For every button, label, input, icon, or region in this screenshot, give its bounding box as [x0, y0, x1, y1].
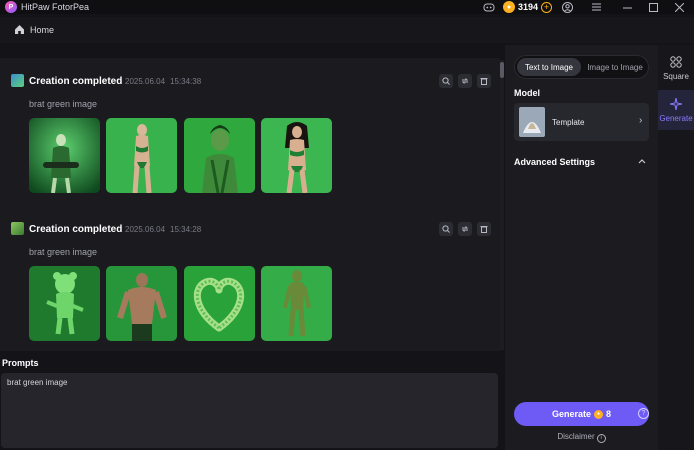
settings-panel: Text to Image Image to Image Model Templ…: [505, 45, 658, 450]
nav-generate-label: Generate: [659, 113, 693, 123]
grid-icon: [670, 55, 682, 70]
model-thumbnail: [519, 107, 545, 137]
chevron-up-icon[interactable]: [638, 156, 646, 166]
coin-icon: ●: [594, 409, 603, 419]
creation-thumbnail: [11, 74, 24, 87]
model-name: Template: [552, 118, 585, 127]
disclaimer-label: Disclaimer: [557, 432, 595, 441]
nav-generate[interactable]: Generate: [658, 90, 694, 130]
generate-button[interactable]: Generate ● 8 ?: [514, 402, 649, 426]
coin-balance[interactable]: ● 3194 +: [503, 1, 553, 13]
generate-cost: 8: [606, 409, 612, 419]
feed-scrollbar-thumb[interactable]: [500, 62, 504, 78]
generated-image[interactable]: [106, 118, 177, 193]
coin-count: 3194: [518, 2, 539, 12]
generated-image[interactable]: [106, 266, 177, 341]
plus-icon[interactable]: +: [541, 1, 553, 13]
advanced-settings-toggle[interactable]: Advanced Settings: [514, 157, 595, 167]
generated-image[interactable]: [261, 266, 332, 341]
title-bar: P HitPaw FotorPea ● 3194 +: [0, 0, 694, 14]
creation-prompt: brat green image: [29, 247, 98, 257]
tab-image-to-image[interactable]: Image to Image: [583, 58, 647, 76]
prompts-label: Prompts: [2, 358, 39, 368]
prompt-input[interactable]: brat green image: [1, 373, 498, 448]
regenerate-icon[interactable]: [458, 222, 472, 236]
generated-image[interactable]: [29, 118, 100, 193]
creation-title: Creation completed: [29, 224, 123, 235]
chevron-right-icon: ›: [639, 115, 643, 126]
creation-feed: Creation completed 2025.06.04 15:34:38 b…: [0, 58, 504, 351]
regenerate-icon[interactable]: [458, 74, 472, 88]
creation-date: 2025.06.04: [125, 225, 166, 234]
app-logo-icon: P: [5, 1, 17, 13]
zoom-in-icon[interactable]: [439, 74, 453, 88]
delete-icon[interactable]: [477, 74, 491, 88]
creation-title: Creation completed: [29, 76, 123, 87]
info-icon: i: [596, 434, 606, 443]
generated-image[interactable]: [261, 118, 332, 193]
home-link[interactable]: Home: [30, 25, 54, 35]
nav-square[interactable]: Square: [658, 48, 694, 88]
creation-card: Creation completed 2025.06.04 15:34:38 b…: [0, 58, 500, 208]
maximize-icon[interactable]: [646, 0, 660, 14]
creation-date: 2025.06.04: [125, 77, 166, 86]
home-icon[interactable]: [14, 24, 26, 36]
nav-square-label: Square: [663, 71, 689, 81]
mode-tabs: Text to Image Image to Image: [514, 55, 649, 79]
creation-time: 15:34:28: [170, 225, 202, 234]
delete-icon[interactable]: [477, 222, 491, 236]
help-icon[interactable]: ?: [638, 408, 649, 419]
sparkle-icon: [669, 97, 683, 112]
discord-icon[interactable]: [482, 0, 496, 14]
generated-image[interactable]: [184, 118, 255, 193]
coin-icon: ●: [503, 1, 515, 13]
generated-image[interactable]: [184, 266, 255, 341]
model-selector[interactable]: Template ›: [514, 103, 649, 141]
close-icon[interactable]: [672, 0, 686, 14]
generate-label: Generate: [551, 409, 591, 419]
creation-time: 15:34:38: [170, 77, 202, 86]
disclaimer-link[interactable]: Disclaimer i: [505, 432, 658, 443]
app-title: HitPaw FotorPea: [21, 2, 90, 12]
generated-image[interactable]: [29, 266, 100, 341]
creation-thumbnail: [11, 222, 24, 235]
tab-text-to-image[interactable]: Text to Image: [517, 58, 581, 76]
creation-card: Creation completed 2025.06.04 15:34:28 b…: [0, 206, 500, 351]
model-label: Model: [514, 88, 540, 98]
creation-prompt: brat green image: [29, 99, 98, 109]
home-bar: Home: [0, 17, 694, 43]
feed-scrollbar[interactable]: [500, 60, 504, 350]
side-nav: Square Generate: [658, 45, 694, 450]
user-icon[interactable]: [560, 0, 574, 14]
minimize-icon[interactable]: [620, 0, 634, 14]
zoom-in-icon[interactable]: [439, 222, 453, 236]
menu-icon[interactable]: [589, 0, 603, 14]
